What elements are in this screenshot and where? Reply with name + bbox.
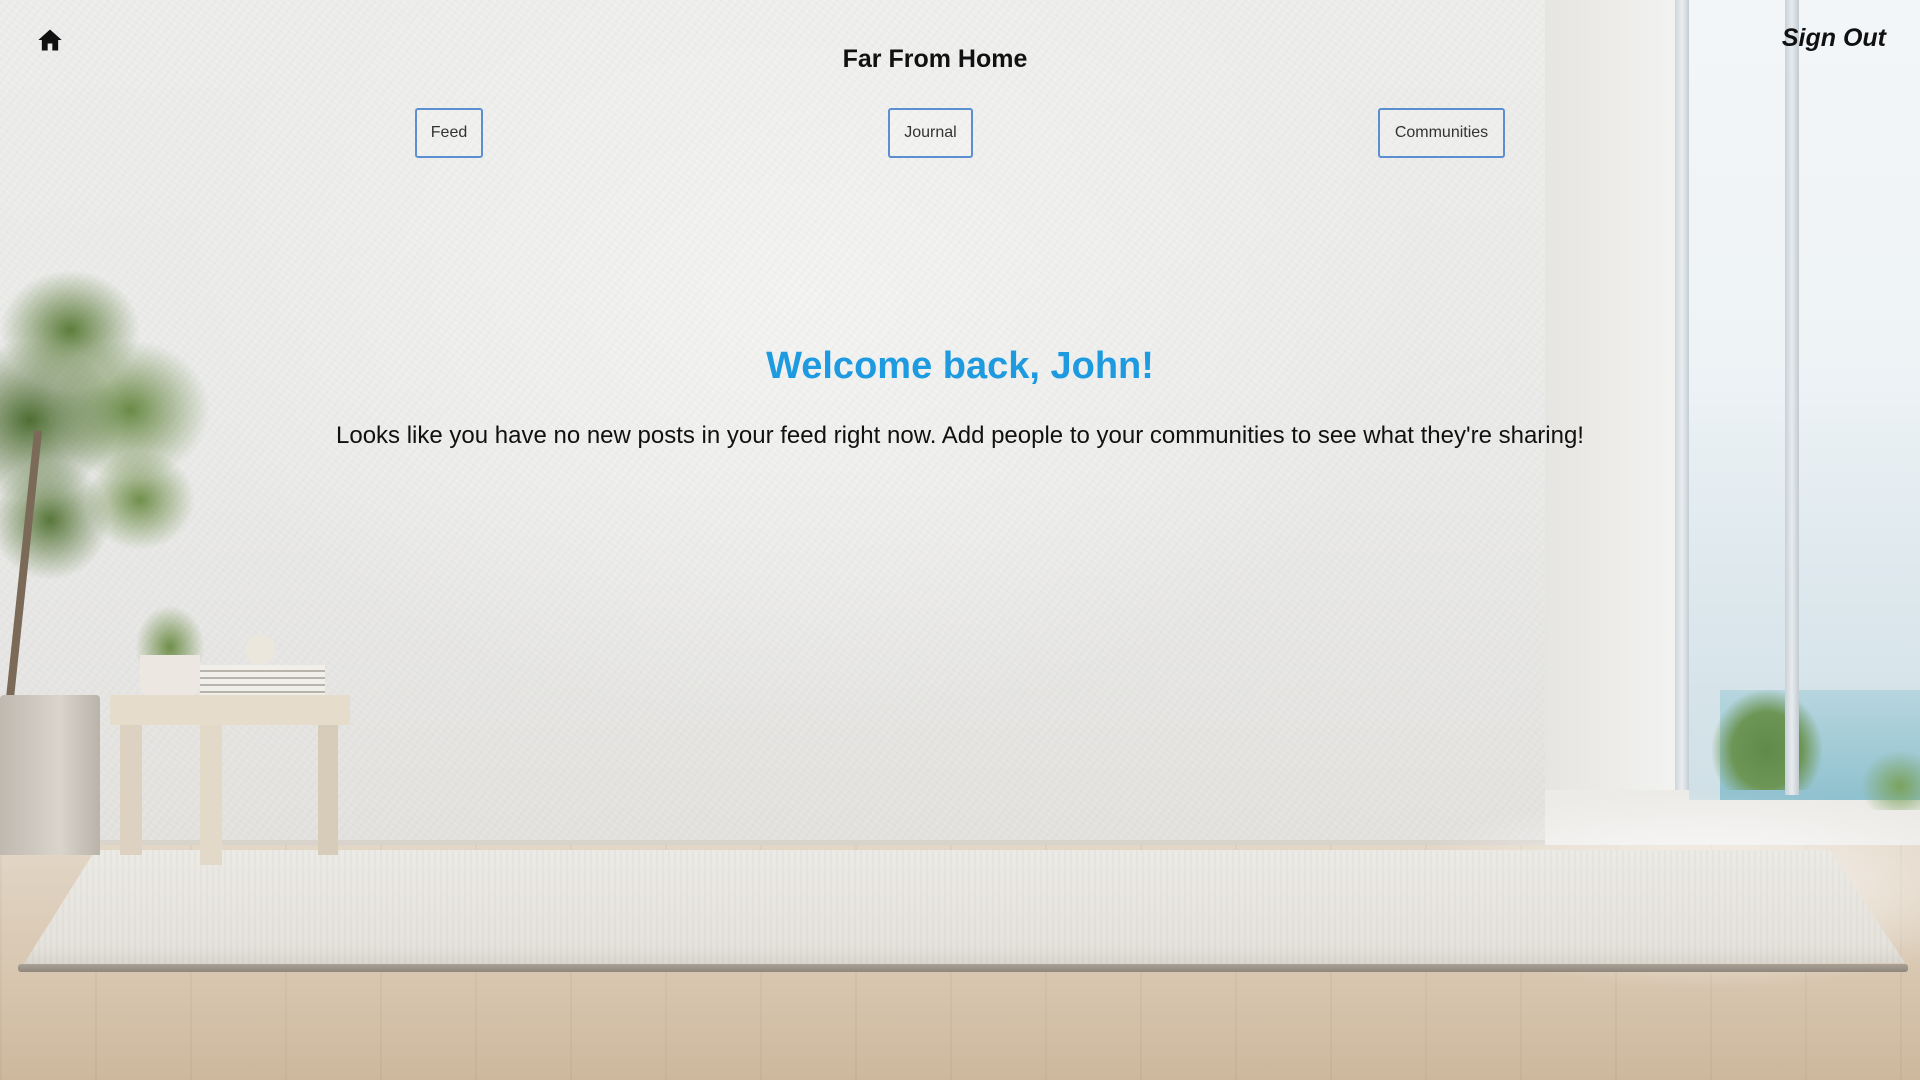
background-window-frame-secondary [1785, 0, 1799, 795]
sign-out-link[interactable]: Sign Out [1782, 24, 1886, 53]
background-rug-edge [18, 964, 1908, 972]
background-side-table [110, 695, 350, 725]
background-table-leg [120, 725, 142, 855]
app-root: Far From Home Sign Out Feed Journal Comm… [0, 0, 1920, 1080]
communities-button[interactable]: Communities [1378, 108, 1505, 158]
background-planter [0, 695, 100, 855]
background-table-leg [318, 725, 338, 855]
site-title: Far From Home [842, 45, 1028, 73]
background-books [200, 665, 325, 695]
background-vase [245, 635, 275, 665]
empty-feed-message: Looks like you have no new posts in your… [336, 422, 1584, 449]
welcome-heading: Welcome back, John! [766, 345, 1154, 387]
feed-button[interactable]: Feed [415, 108, 483, 158]
background-small-pot [140, 655, 200, 695]
background-side-wall [1545, 0, 1675, 790]
background-shrub [1712, 690, 1822, 790]
background-rug [20, 850, 1905, 970]
background-table-leg [200, 725, 222, 865]
background-window [1689, 0, 1920, 800]
journal-button[interactable]: Journal [888, 108, 973, 158]
background-window-frame [1675, 0, 1689, 790]
